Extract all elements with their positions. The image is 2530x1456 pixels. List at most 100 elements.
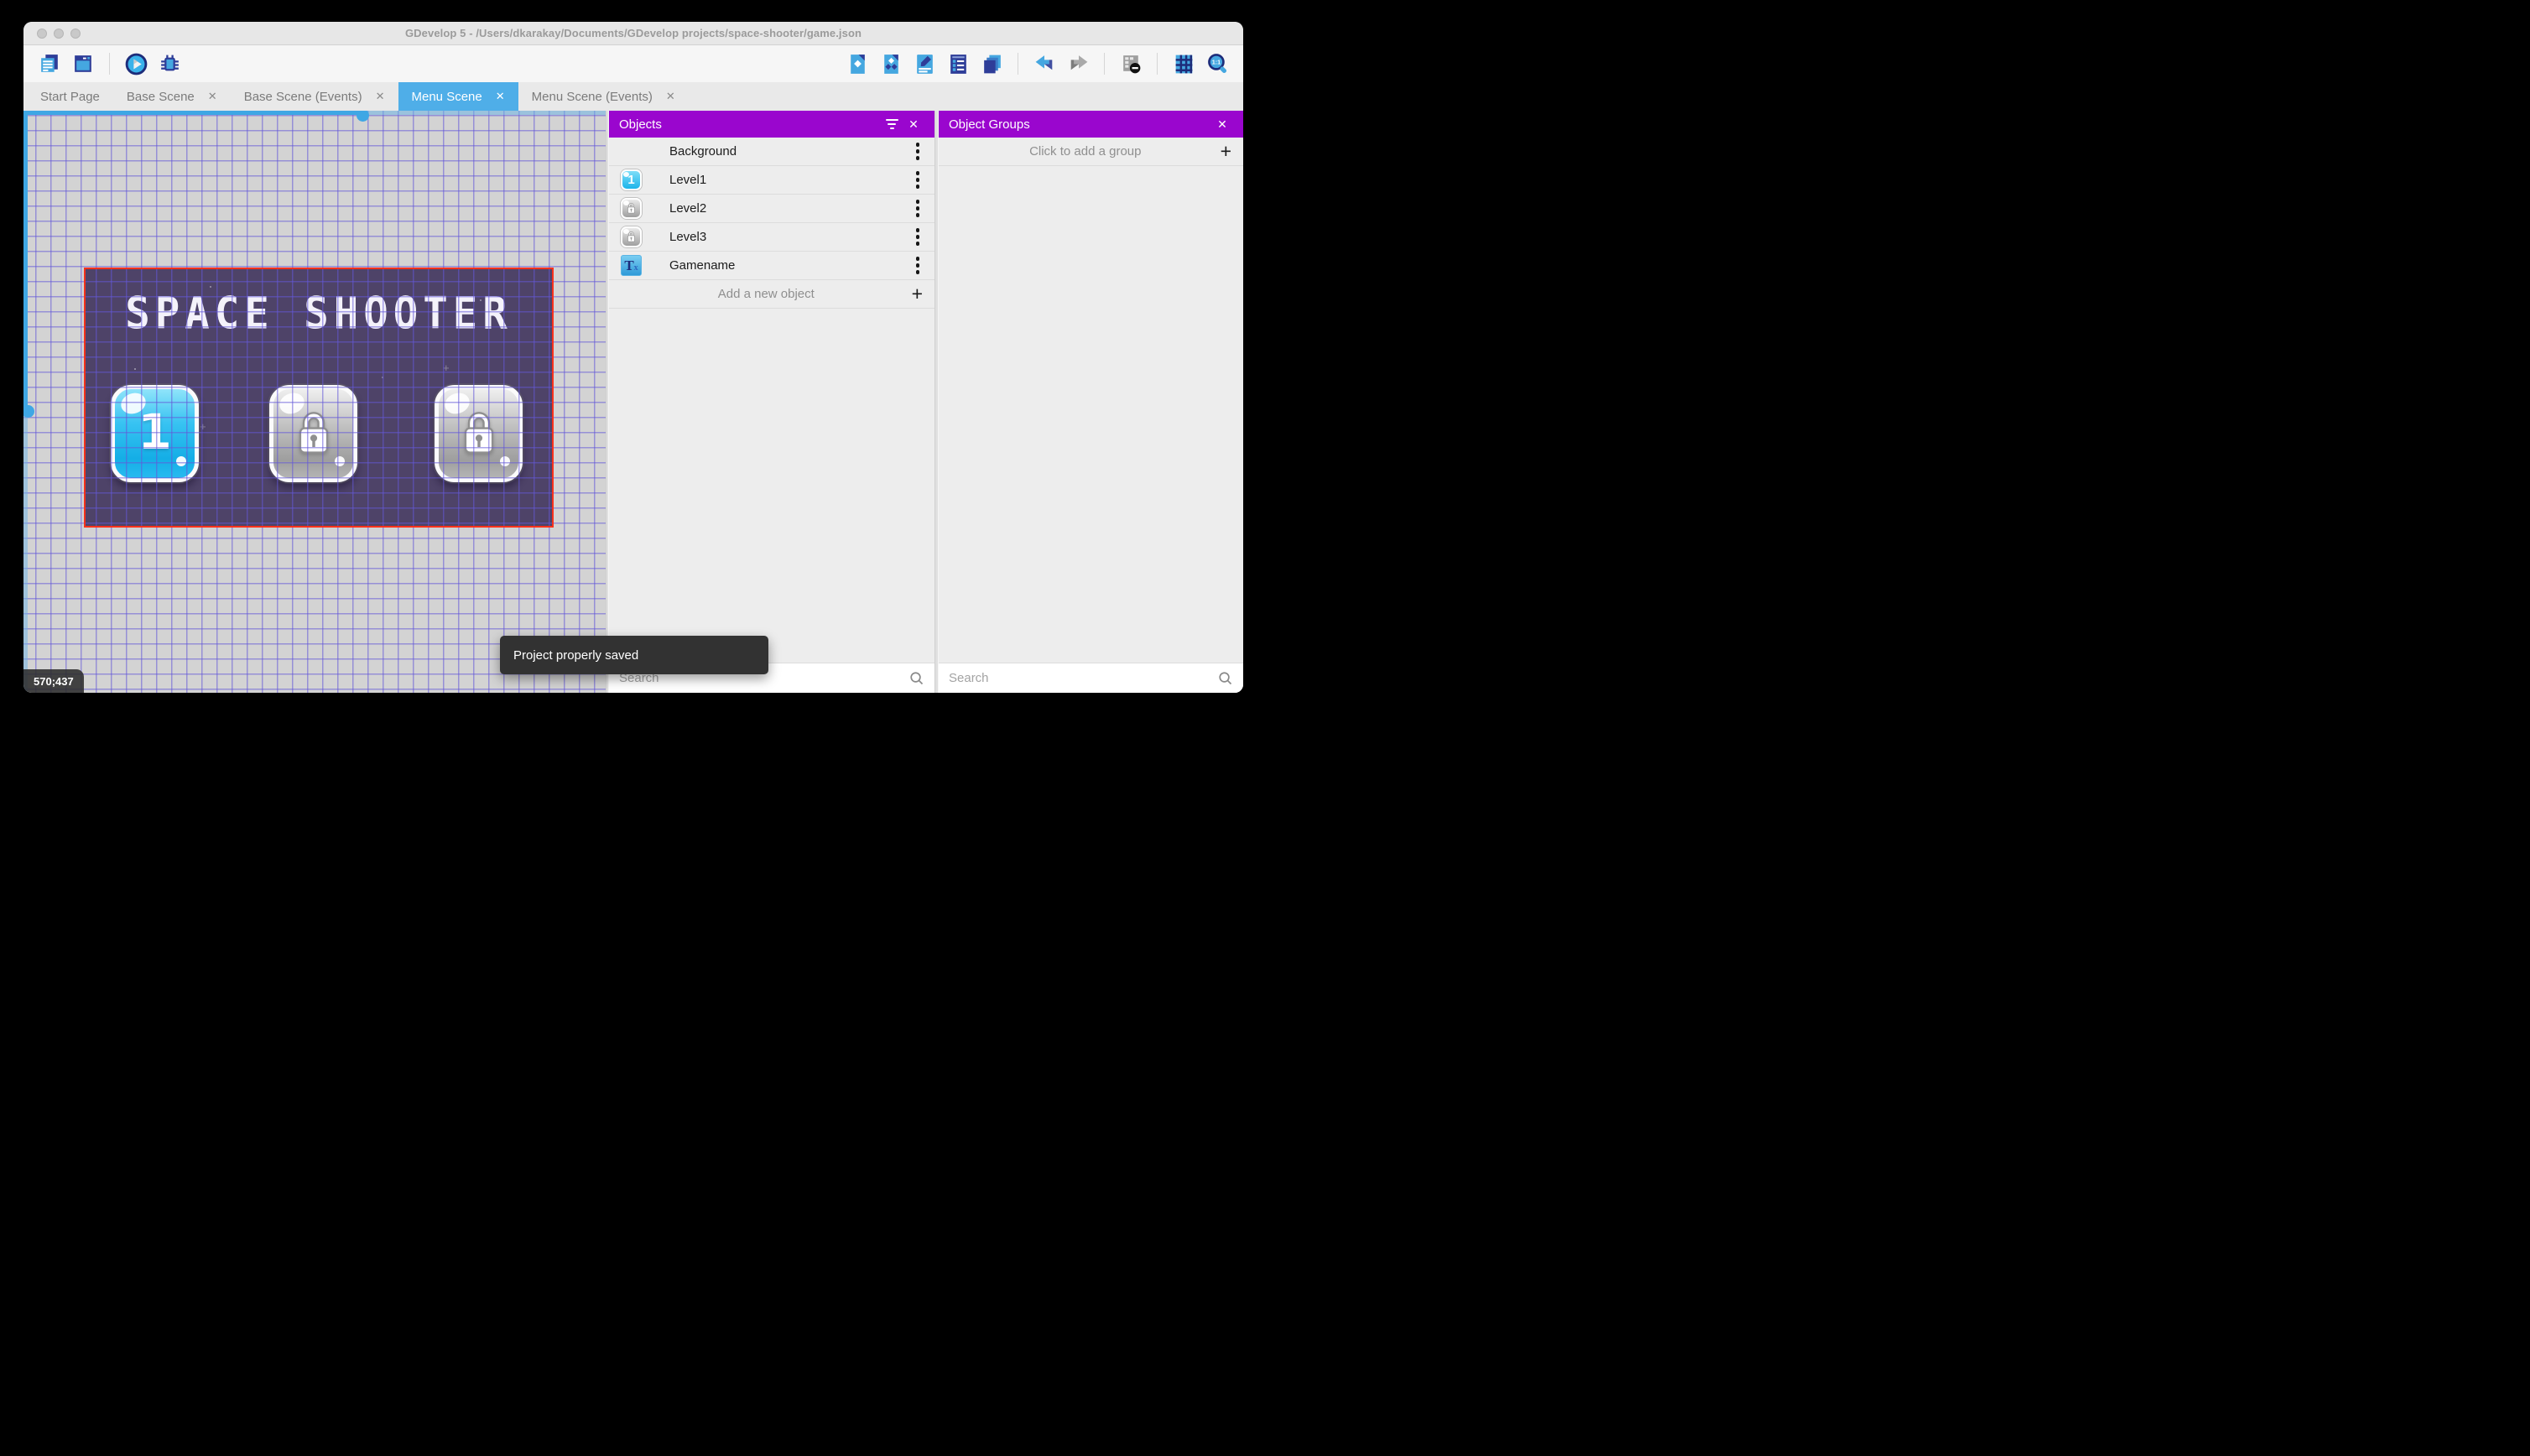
minimize-window-button[interactable]	[54, 28, 64, 39]
close-tab-icon[interactable]: ✕	[666, 90, 675, 103]
game-scene-background[interactable]: + + SPACE SHOOTER 1	[84, 268, 554, 528]
background-thumbnail	[621, 141, 642, 162]
scene-star-plus: +	[200, 420, 206, 433]
add-new-object-row[interactable]: Add a new object +	[609, 280, 934, 309]
gdevelop-window: GDevelop 5 - /Users/dkarakay/Documents/G…	[23, 22, 1243, 693]
close-object-groups-panel-icon[interactable]: ✕	[1211, 113, 1233, 135]
main-toolbar: 1:1	[23, 45, 1243, 82]
object-groups-icon[interactable]	[877, 49, 905, 78]
close-window-button[interactable]	[37, 28, 47, 39]
locked-button-thumbnail	[621, 226, 642, 247]
vertical-scrollbar-thumb[interactable]	[23, 405, 34, 418]
lock-icon	[627, 231, 635, 242]
lock-icon	[299, 412, 328, 454]
objects-panel-empty-area	[609, 309, 934, 663]
groups-search-bar	[939, 663, 1243, 693]
tab-start-page[interactable]: Start Page	[27, 82, 113, 111]
object-groups-panel-header: Object Groups ✕	[939, 111, 1243, 138]
text-object-thumbnail: Tx	[621, 255, 642, 276]
title-bar: GDevelop 5 - /Users/dkarakay/Documents/G…	[23, 22, 1243, 45]
object-menu-icon[interactable]	[913, 253, 924, 278]
traffic-lights	[37, 22, 81, 44]
maximize-window-button[interactable]	[70, 28, 81, 39]
object-menu-icon[interactable]	[913, 196, 924, 221]
tab-menu-scene[interactable]: Menu Scene ✕	[398, 82, 518, 111]
level3-locked-button-instance[interactable]	[435, 385, 523, 482]
object-menu-icon[interactable]	[913, 225, 924, 249]
editor-tabs: Start Page Base Scene ✕ Base Scene (Even…	[23, 82, 1243, 111]
scene-window-icon[interactable]	[69, 49, 97, 78]
play-icon[interactable]	[122, 49, 150, 78]
object-name: Level3	[669, 230, 707, 244]
objects-panel-title: Objects	[619, 117, 662, 132]
scene-title-text[interactable]: SPACE SHOOTER	[84, 288, 554, 340]
properties-icon[interactable]	[910, 49, 939, 78]
mask-icon[interactable]	[1117, 49, 1145, 78]
tab-label: Menu Scene	[411, 89, 482, 104]
vertical-scrollbar-track[interactable]	[23, 411, 28, 693]
toolbar-divider	[1157, 53, 1158, 75]
object-row-gamename[interactable]: Tx Gamename	[609, 252, 934, 280]
object-row-level1[interactable]: 1 Level1	[609, 166, 934, 195]
tab-label: Menu Scene (Events)	[531, 89, 653, 104]
close-tab-icon[interactable]: ✕	[376, 90, 385, 103]
object-row-level3[interactable]: Level3	[609, 223, 934, 252]
save-toast: Project properly saved	[500, 636, 768, 674]
search-icon	[910, 672, 924, 685]
add-group-plus-icon[interactable]: +	[1221, 142, 1231, 161]
grid-icon[interactable]	[1169, 49, 1198, 78]
object-row-background[interactable]: Background	[609, 138, 934, 166]
tab-label: Base Scene	[126, 89, 195, 104]
close-tab-icon[interactable]: ✕	[496, 90, 505, 103]
level2-locked-button-instance[interactable]	[269, 385, 357, 482]
debug-icon[interactable]	[155, 49, 184, 78]
object-name: Level2	[669, 201, 707, 216]
horizontal-scrollbar[interactable]	[23, 111, 362, 115]
main-area: + + SPACE SHOOTER 1 570;437 Objects ✕ Ba…	[23, 111, 1243, 693]
scene-stars	[84, 268, 86, 269]
object-menu-icon[interactable]	[913, 168, 924, 192]
toolbar-divider	[109, 53, 110, 75]
close-tab-icon[interactable]: ✕	[208, 90, 217, 103]
zoom-1-1-icon[interactable]: 1:1	[1203, 49, 1231, 78]
object-name: Level1	[669, 173, 707, 187]
tab-base-scene[interactable]: Base Scene ✕	[113, 82, 231, 111]
lock-icon	[464, 412, 493, 454]
object-groups-panel-title: Object Groups	[949, 117, 1030, 132]
instances-list-icon[interactable]	[944, 49, 972, 78]
scene-editor-canvas[interactable]: + + SPACE SHOOTER 1 570;437	[23, 111, 606, 693]
add-object-plus-icon[interactable]: +	[912, 284, 923, 304]
screenshot-root: GDevelop 5 - /Users/dkarakay/Documents/G…	[0, 0, 1265, 728]
redo-icon[interactable]	[1064, 49, 1092, 78]
objects-panel-header: Objects ✕	[609, 111, 934, 138]
objects-editor-icon[interactable]	[843, 49, 872, 78]
object-row-level2[interactable]: Level2	[609, 195, 934, 223]
toast-message: Project properly saved	[513, 647, 639, 663]
object-groups-panel: Object Groups ✕ Click to add a group +	[939, 111, 1243, 693]
project-manager-icon[interactable]	[35, 49, 64, 78]
level1-button-instance[interactable]: 1	[111, 385, 199, 482]
horizontal-scrollbar-track[interactable]	[362, 111, 606, 115]
add-new-object-label: Add a new object	[717, 287, 815, 301]
lock-icon	[627, 202, 635, 214]
undo-icon[interactable]	[1030, 49, 1059, 78]
level-button-thumbnail: 1	[621, 169, 642, 190]
filter-icon[interactable]	[881, 113, 903, 135]
svg-text:1:1: 1:1	[1211, 58, 1220, 65]
level1-label: 1	[138, 403, 172, 460]
object-name: Gamename	[669, 258, 736, 273]
close-objects-panel-icon[interactable]: ✕	[903, 113, 924, 135]
object-name: Background	[669, 144, 737, 159]
tab-label: Start Page	[40, 89, 100, 104]
groups-search-input[interactable]	[949, 671, 1217, 685]
add-group-row[interactable]: Click to add a group +	[939, 138, 1243, 166]
toolbar-right-group: 1:1	[843, 49, 1231, 78]
object-menu-icon[interactable]	[913, 139, 924, 164]
tab-menu-scene-events[interactable]: Menu Scene (Events) ✕	[518, 82, 689, 111]
tab-label: Base Scene (Events)	[243, 89, 362, 104]
tab-base-scene-events[interactable]: Base Scene (Events) ✕	[231, 82, 398, 111]
vertical-scrollbar[interactable]	[23, 111, 28, 411]
horizontal-scrollbar-thumb[interactable]	[357, 111, 369, 122]
scene-star-plus: +	[443, 361, 450, 374]
layers-icon[interactable]	[977, 49, 1006, 78]
